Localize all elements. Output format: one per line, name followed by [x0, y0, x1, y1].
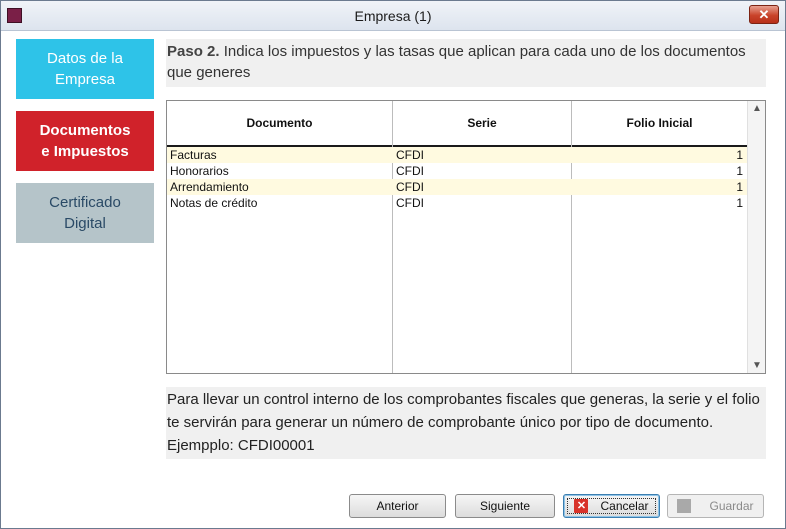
cell-serie[interactable]: CFDI	[396, 148, 424, 162]
nav-label-line: Empresa	[54, 71, 115, 88]
guardar-button[interactable]: Guardar	[667, 494, 764, 518]
anterior-button[interactable]: Anterior	[349, 494, 446, 518]
nav-certificado-digital[interactable]: Certificado Digital	[16, 183, 154, 243]
cell-serie[interactable]: CFDI	[396, 180, 424, 194]
guardar-label: Guardar	[709, 499, 754, 513]
cell-serie[interactable]: CFDI	[396, 196, 424, 210]
cell-folio[interactable]: 1	[736, 164, 743, 178]
step-instructions: Paso 2. Indica los impuestos y las tasas…	[166, 39, 766, 87]
nav-label-line: Certificado	[49, 194, 121, 211]
nav-label-line: Documentos	[39, 122, 131, 139]
info-text: Para llevar un control interno de los co…	[167, 391, 760, 454]
scroll-up-icon[interactable]: ▲	[748, 103, 765, 114]
column-header-serie[interactable]: Serie	[393, 101, 571, 145]
documents-table[interactable]: Documento Serie Folio Inicial Facturas C…	[166, 100, 766, 374]
window-title: Empresa (1)	[354, 8, 432, 24]
info-panel: Para llevar un control interno de los co…	[166, 387, 766, 459]
scroll-down-icon[interactable]: ▼	[748, 360, 765, 371]
siguiente-button[interactable]: Siguiente	[455, 494, 555, 518]
nav-documentos-impuestos[interactable]: Documentos e Impuestos	[16, 111, 154, 171]
cancel-icon: ✕	[574, 499, 589, 513]
column-divider	[571, 101, 572, 373]
table-row[interactable]: Facturas CFDI 1	[167, 147, 747, 163]
close-button[interactable]: ✕	[749, 5, 779, 24]
cell-documento: Notas de crédito	[170, 196, 258, 210]
siguiente-label: Siguiente	[479, 499, 531, 513]
cancelar-button[interactable]: ✕ Cancelar	[563, 494, 660, 518]
cell-folio[interactable]: 1	[736, 180, 743, 194]
cell-folio[interactable]: 1	[736, 196, 743, 210]
close-icon: ✕	[758, 7, 770, 22]
nav-label-line: Datos de la	[47, 50, 123, 67]
cell-documento: Honorarios	[170, 164, 229, 178]
cancelar-label: Cancelar	[600, 499, 649, 513]
column-header-folio[interactable]: Folio Inicial	[572, 101, 747, 145]
nav-label-line: Digital	[64, 215, 106, 232]
nav-datos-empresa[interactable]: Datos de la Empresa	[16, 39, 154, 99]
table-row[interactable]: Notas de crédito CFDI 1	[167, 195, 747, 211]
cell-folio[interactable]: 1	[736, 148, 743, 162]
title-bar[interactable]: Empresa (1) ✕	[1, 1, 785, 31]
step-label: Paso 2.	[167, 43, 220, 60]
table-row[interactable]: Honorarios CFDI 1	[167, 163, 747, 179]
column-header-documento[interactable]: Documento	[167, 101, 392, 145]
table-scrollbar[interactable]: ▲ ▼	[747, 101, 765, 373]
dialog-window: Empresa (1) ✕ Datos de la Empresa Docume…	[0, 0, 786, 529]
save-icon	[677, 499, 692, 513]
step-text: Indica los impuestos y las tasas que apl…	[167, 43, 746, 81]
cell-serie[interactable]: CFDI	[396, 164, 424, 178]
column-divider	[392, 101, 393, 373]
nav-label-line: e Impuestos	[41, 143, 129, 160]
cell-documento: Arrendamiento	[170, 180, 249, 194]
anterior-label: Anterior	[376, 499, 419, 513]
cell-documento: Facturas	[170, 148, 217, 162]
table-header: Documento Serie Folio Inicial	[167, 101, 747, 147]
table-row[interactable]: Arrendamiento CFDI 1	[167, 179, 747, 195]
